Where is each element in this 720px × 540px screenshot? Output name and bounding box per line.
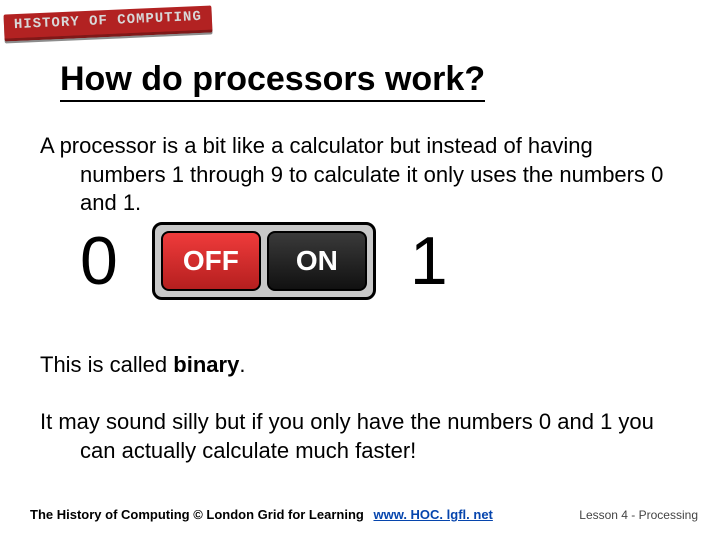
binary-row: 0 OFF ON 1 — [80, 222, 620, 300]
site-logo: HISTORY OF COMPUTING — [4, 5, 213, 41]
binary-sentence: This is called binary. — [40, 352, 245, 378]
binary-sentence-suffix: . — [239, 352, 245, 377]
footer-credit: The History of Computing © London Grid f… — [30, 507, 493, 522]
slide: HISTORY OF COMPUTING How do processors w… — [0, 0, 720, 540]
footer-credit-text: The History of Computing © London Grid f… — [30, 507, 364, 522]
logo-wrap: HISTORY OF COMPUTING — [4, 10, 212, 37]
digit-one: 1 — [410, 227, 448, 295]
footer-lesson: Lesson 4 - Processing — [579, 508, 698, 522]
digit-zero: 0 — [80, 227, 118, 295]
binary-word: binary — [173, 352, 239, 377]
switch-graphic: OFF ON — [152, 222, 376, 300]
closing-paragraph: It may sound silly but if you only have … — [40, 408, 680, 465]
binary-sentence-prefix: This is called — [40, 352, 173, 377]
switch-on-label: ON — [267, 231, 367, 291]
title-text: How do processors work? — [60, 60, 485, 102]
footer-link[interactable]: www. HOC. lgfl. net — [373, 507, 492, 522]
intro-paragraph: A processor is a bit like a calculator b… — [40, 132, 670, 218]
switch-off-label: OFF — [161, 231, 261, 291]
page-title: How do processors work? — [60, 60, 485, 99]
